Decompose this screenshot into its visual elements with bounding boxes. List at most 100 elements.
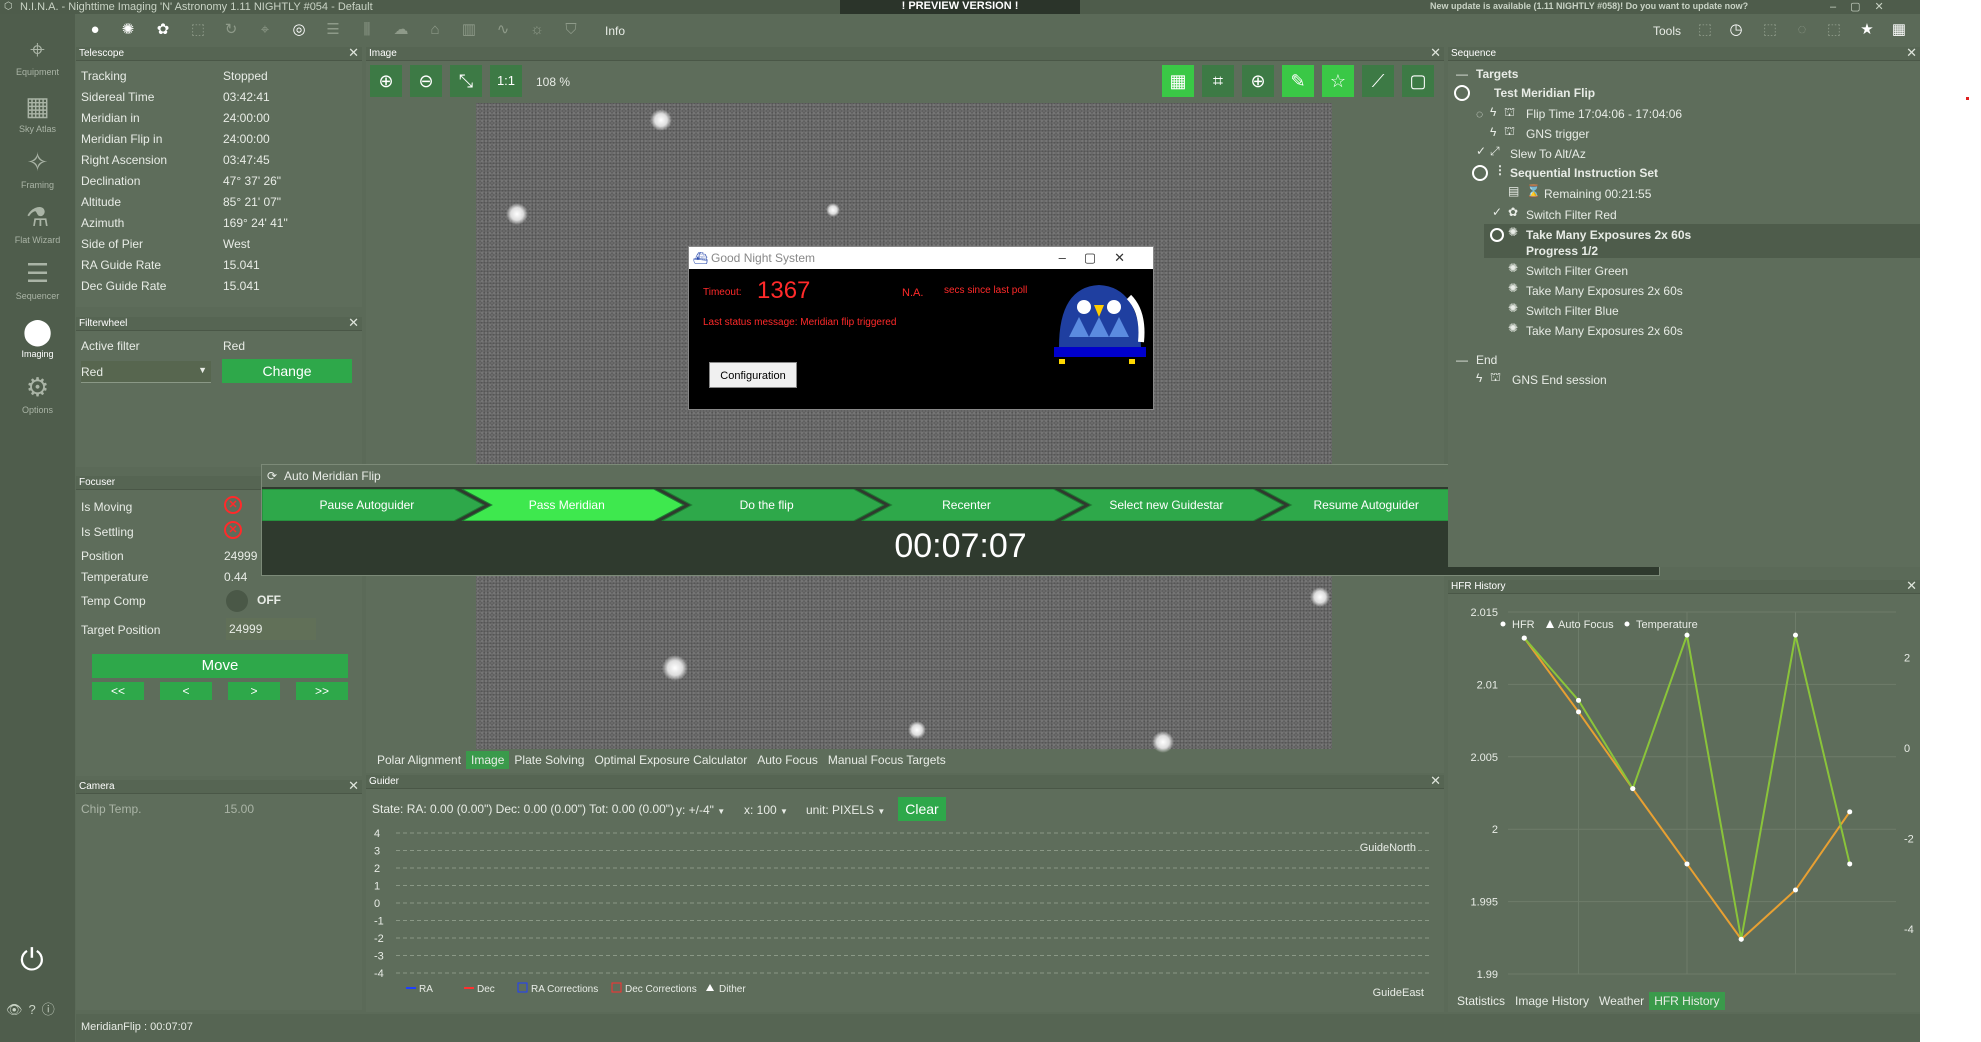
move-button[interactable]: Move [92,654,348,678]
annotate-icon[interactable]: ⟋ [1362,65,1394,97]
zoom-in-icon[interactable]: ⊕ [370,65,402,97]
camera-shutter-icon[interactable]: ● [85,20,105,40]
nav-imaging[interactable]: ⬤ Imaging [0,316,75,359]
zoom-out-icon[interactable]: ⊖ [410,65,442,97]
nav-sky-atlas[interactable]: ▦ Sky Atlas [0,91,75,134]
nav-flat-wizard[interactable]: ⚗ Flat Wizard [0,202,75,245]
hfr-tab[interactable]: HFR History [1649,992,1725,1010]
grid-icon[interactable]: ▦ [1162,65,1194,97]
fit-icon[interactable]: ⤡ [450,65,482,97]
collapse-icon[interactable]: — [1456,353,1468,367]
info-button[interactable]: Info [605,24,625,38]
switch-filter-green-item[interactable]: Switch Filter Green [1526,264,1628,278]
gns-trigger-item[interactable]: GNS trigger [1526,127,1589,141]
weather-icon[interactable]: ☁ [391,20,411,40]
guider-icon[interactable]: ◎ [289,20,309,40]
captured-image[interactable] [476,103,1332,753]
owl-logo-icon [1054,285,1146,364]
rotator-icon[interactable]: ↻ [221,20,241,40]
nav-equipment[interactable]: ⌖ Equipment [0,34,75,77]
list-icon[interactable]: ☰ [323,20,343,40]
update-notice[interactable]: New update is available (1.11 NIGHTLY #0… [1430,1,1748,11]
take-exposures-item[interactable]: Take Many Exposures 2x 60s [1526,228,1691,242]
step-left-button[interactable]: < [160,682,212,700]
crosshair-icon[interactable]: ⊕ [1242,65,1274,97]
switch-icon[interactable]: ⫼ [357,20,377,40]
close-icon[interactable]: ✕ [1430,46,1441,60]
autofocus-icon[interactable]: ⬚ [1824,20,1844,40]
close-icon[interactable]: ✕ [348,316,359,330]
unit-select[interactable]: unit: PIXELS ▼ [806,799,896,821]
switch-filter-blue-item[interactable]: Switch Filter Blue [1526,304,1619,318]
target-name[interactable]: Test Meridian Flip [1494,86,1595,100]
close-icon[interactable]: ✕ [1906,46,1917,60]
crosshair-box-icon[interactable]: ⌗ [1202,65,1234,97]
window-controls[interactable]: –▢✕ [1059,247,1143,269]
temp-comp-toggle[interactable] [226,590,248,612]
lightbulb-icon[interactable]: ☼ [527,20,547,40]
aperture-icon[interactable]: ✺ [118,20,138,40]
step-right-button[interactable]: > [228,682,280,700]
image-tab[interactable]: Polar Alignment [372,751,466,769]
image-tab[interactable]: Plate Solving [509,751,589,769]
change-filter-button[interactable]: Change [222,359,352,383]
calculator-icon[interactable]: ▦ [1889,20,1909,40]
slew-item[interactable]: Slew To Alt/Az [1510,147,1586,161]
target-position-input[interactable]: 24999 [226,618,316,640]
nav-options[interactable]: ⚙ Options [0,372,75,415]
hfr-tab[interactable]: Weather [1594,992,1649,1010]
step-right-large-button[interactable]: >> [296,682,348,700]
close-icon[interactable]: ✕ [348,46,359,60]
dome-icon[interactable]: ⌂ [425,20,445,40]
configuration-button[interactable]: Configuration [709,362,797,388]
close-icon[interactable]: ✕ [348,779,359,793]
framing-tool-icon[interactable]: ⬚ [188,20,208,40]
guider-y-tick: 1 [374,881,380,893]
nav-sequencer[interactable]: ☰ Sequencer [0,258,75,301]
clear-button[interactable]: Clear [898,797,946,821]
nav-framing[interactable]: ✧ Framing [0,147,75,190]
active-filter-value: Red [223,339,246,353]
image-tab[interactable]: Auto Focus [752,751,823,769]
bahtinov-icon[interactable]: ▢ [1402,65,1434,97]
bottom-icons[interactable]: 👁?ⓘ [6,999,61,1018]
temperature-label: Temperature [81,570,149,584]
power-icon[interactable]: ⏻ [20,944,44,978]
one-to-one-button[interactable]: 1:1 [490,65,522,97]
tools-menu[interactable]: Tools [1653,24,1681,38]
star-icon[interactable]: ★ [1857,20,1877,40]
hfr-y-tick: 1.99 [1477,969,1498,981]
collapse-icon[interactable]: — [1456,67,1468,81]
graph-icon[interactable]: ∿ [493,20,513,40]
window-controls[interactable]: –▢✕ [1830,0,1898,13]
shield-icon[interactable]: ⛉ [561,20,581,40]
hfr-tab[interactable]: Image History [1510,992,1594,1010]
gns-end-item[interactable]: GNS End session [1512,373,1607,387]
image-tab[interactable]: Optimal Exposure Calculator [589,751,752,769]
close-icon[interactable]: ✕ [1906,579,1917,593]
hfr-icon[interactable]: ◌ [1792,20,1812,40]
history-icon[interactable]: ◷ [1726,20,1746,40]
telescope-tool-icon[interactable]: ⌖ [255,20,275,40]
flip-time-item[interactable]: Flip Time 17:04:06 - 17:04:06 [1526,107,1682,121]
image-tab[interactable]: Image [466,751,510,769]
step-left-large-button[interactable]: << [92,682,144,700]
switch-filter-red-item[interactable]: Switch Filter Red [1526,208,1617,222]
filter-select[interactable]: Red ▼ [81,361,211,383]
close-icon[interactable]: ✕ [1430,774,1441,788]
filterwheel-icon[interactable]: ✿ [153,20,173,40]
take-exposures-item[interactable]: Take Many Exposures 2x 60s [1526,324,1683,338]
take-exposures-item[interactable]: Take Many Exposures 2x 60s [1526,284,1683,298]
frame-icon[interactable]: ⬚ [1760,20,1780,40]
instruction-set-item[interactable]: Sequential Instruction Set [1510,166,1658,180]
x-scale-select[interactable]: x: 100 ▼ [744,799,796,821]
aperture-icon: ✺ [1508,321,1519,335]
y-scale-select[interactable]: y: +/-4" ▼ [676,799,736,821]
magic-wand-icon[interactable]: ✎ [1282,65,1314,97]
image-tab[interactable]: Manual Focus Targets [823,751,951,769]
star-detect-icon[interactable]: ☆ [1322,65,1354,97]
bar-chart-icon[interactable]: ▥ [459,20,479,40]
snapshot-icon[interactable]: ⬚ [1695,20,1715,40]
more-icon[interactable]: ⋮ [1494,163,1506,177]
hfr-tab[interactable]: Statistics [1452,992,1510,1010]
